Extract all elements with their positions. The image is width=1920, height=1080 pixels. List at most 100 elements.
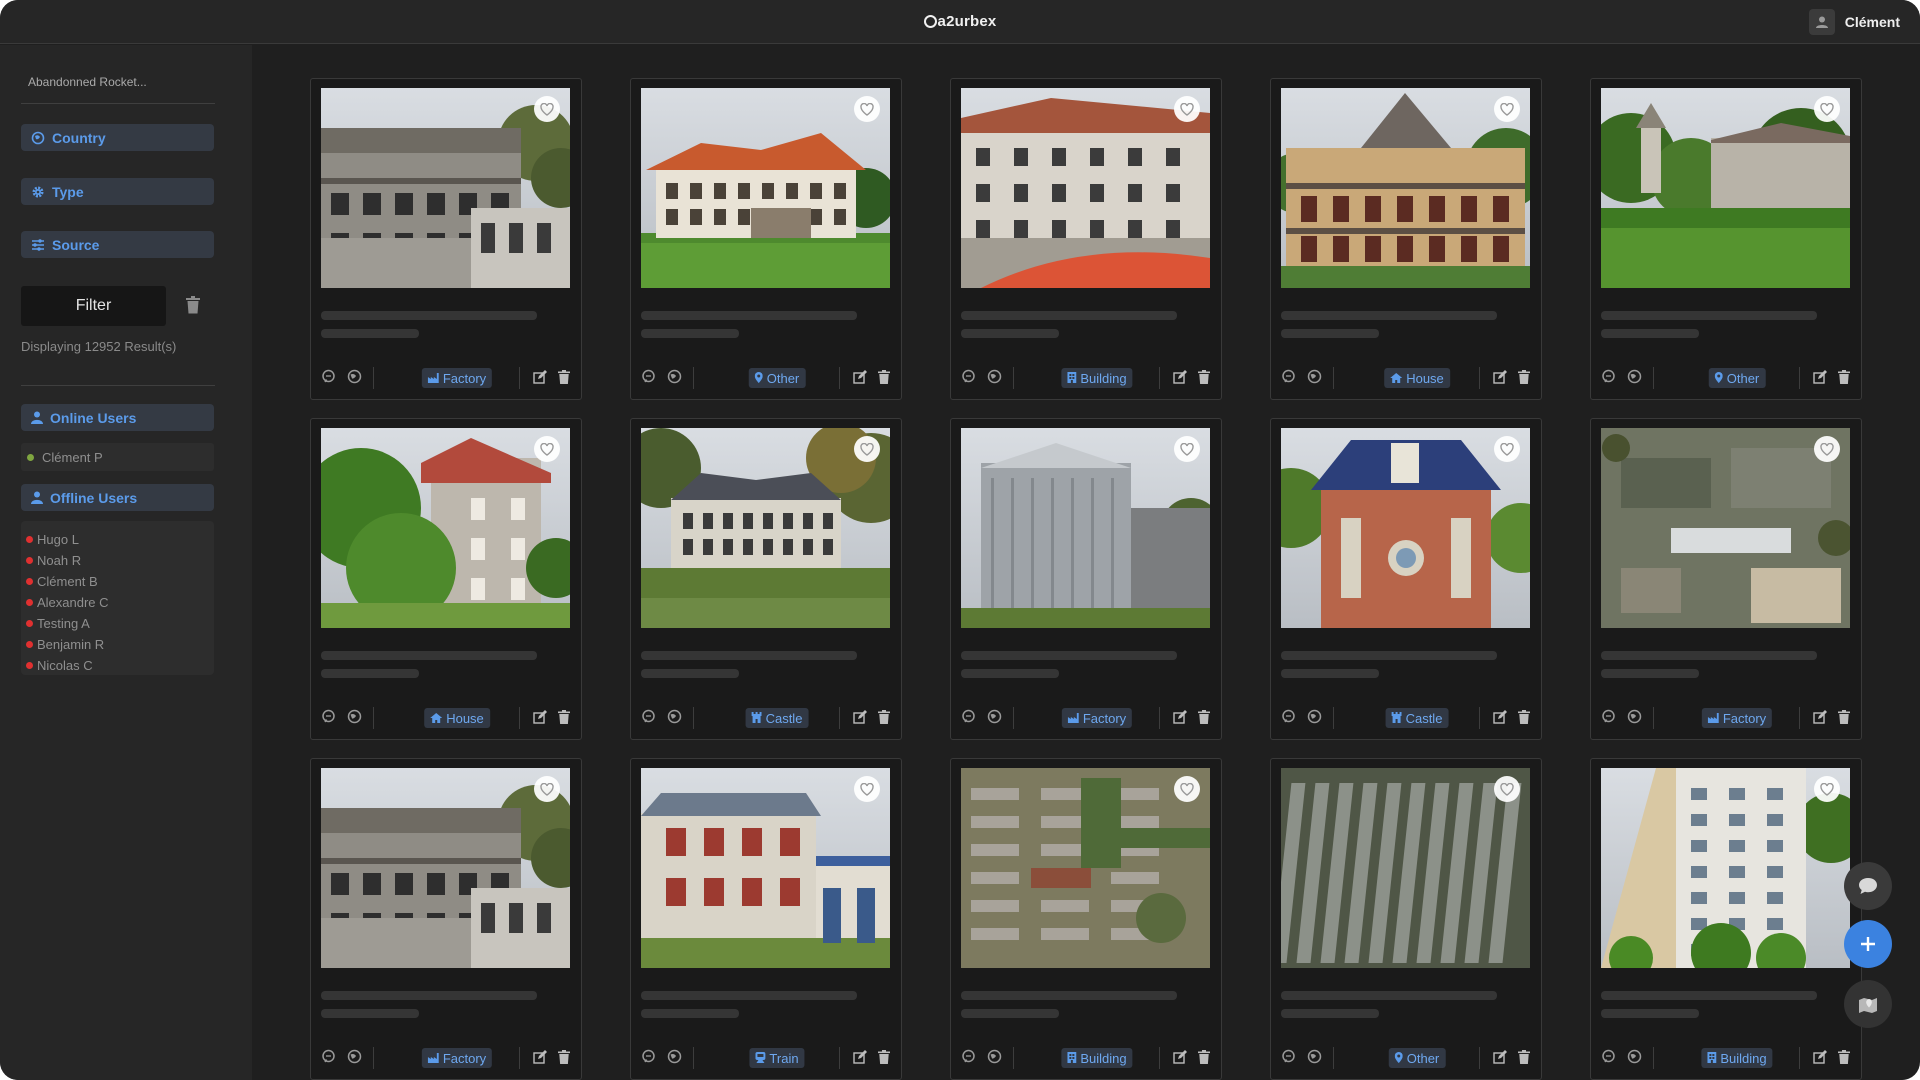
location-photo[interactable] <box>321 768 570 968</box>
comment-icon[interactable] <box>1601 1049 1616 1069</box>
edit-icon[interactable] <box>1813 710 1827 729</box>
comment-icon[interactable] <box>641 369 656 389</box>
type-badge[interactable]: House <box>424 708 490 728</box>
globe-icon[interactable] <box>987 709 1002 729</box>
edit-icon[interactable] <box>1493 1050 1507 1069</box>
location-photo[interactable] <box>321 428 570 628</box>
location-card[interactable]: Castle <box>1270 418 1542 740</box>
search-input[interactable]: Abandonned Rocket... <box>28 75 147 89</box>
location-card[interactable]: Other <box>630 78 902 400</box>
globe-icon[interactable] <box>1627 369 1642 389</box>
location-photo[interactable] <box>321 88 570 288</box>
heart-icon[interactable] <box>534 436 560 462</box>
type-badge[interactable]: Factory <box>1701 708 1773 728</box>
app-logo[interactable]: a2urbex <box>0 13 1920 30</box>
comment-icon[interactable] <box>1281 709 1296 729</box>
location-card[interactable]: Factory <box>950 418 1222 740</box>
globe-icon[interactable] <box>667 369 682 389</box>
heart-icon[interactable] <box>534 96 560 122</box>
comment-icon[interactable] <box>961 709 976 729</box>
comment-icon[interactable] <box>641 1049 656 1069</box>
edit-icon[interactable] <box>533 370 547 389</box>
location-photo[interactable] <box>1601 88 1850 288</box>
globe-icon[interactable] <box>1627 1049 1642 1069</box>
location-card[interactable]: Castle <box>630 418 902 740</box>
trash-icon[interactable] <box>878 1050 890 1069</box>
type-badge[interactable]: Factory <box>421 368 493 388</box>
location-photo[interactable] <box>1281 768 1530 968</box>
type-badge[interactable]: Factory <box>421 1048 493 1068</box>
heart-icon[interactable] <box>1494 776 1520 802</box>
heart-icon[interactable] <box>854 436 880 462</box>
type-filter-button[interactable]: Type <box>21 178 214 205</box>
trash-icon[interactable] <box>1518 370 1530 389</box>
chat-button[interactable] <box>1844 862 1892 910</box>
trash-icon[interactable] <box>1198 370 1210 389</box>
online-user-item[interactable]: Clément P <box>21 443 214 471</box>
globe-icon[interactable] <box>667 1049 682 1069</box>
location-card[interactable]: House <box>1270 78 1542 400</box>
edit-icon[interactable] <box>1493 710 1507 729</box>
location-photo[interactable] <box>961 428 1210 628</box>
user-menu[interactable]: Clément <box>1808 8 1900 36</box>
trash-icon[interactable] <box>1518 1050 1530 1069</box>
heart-icon[interactable] <box>1174 776 1200 802</box>
location-photo[interactable] <box>1281 428 1530 628</box>
globe-icon[interactable] <box>347 1049 362 1069</box>
location-card[interactable]: Other <box>1270 758 1542 1080</box>
location-photo[interactable] <box>1281 88 1530 288</box>
heart-icon[interactable] <box>1814 96 1840 122</box>
edit-icon[interactable] <box>853 1050 867 1069</box>
trash-icon[interactable] <box>878 370 890 389</box>
offline-user-item[interactable]: Clément B <box>26 571 214 592</box>
trash-icon[interactable] <box>878 710 890 729</box>
globe-icon[interactable] <box>347 369 362 389</box>
filter-button[interactable]: Filter <box>21 286 166 326</box>
heart-icon[interactable] <box>854 96 880 122</box>
trash-icon[interactable] <box>1198 1050 1210 1069</box>
location-card[interactable]: Building <box>1590 758 1862 1080</box>
location-photo[interactable] <box>1601 428 1850 628</box>
comment-icon[interactable] <box>1281 369 1296 389</box>
location-card[interactable]: Building <box>950 78 1222 400</box>
edit-icon[interactable] <box>533 1050 547 1069</box>
offline-user-item[interactable]: Testing A <box>26 613 214 634</box>
country-filter-button[interactable]: Country <box>21 124 214 151</box>
location-card[interactable]: Factory <box>310 758 582 1080</box>
comment-icon[interactable] <box>641 709 656 729</box>
edit-icon[interactable] <box>1493 370 1507 389</box>
heart-icon[interactable] <box>1494 436 1520 462</box>
online-users-header[interactable]: Online Users <box>21 404 214 431</box>
globe-icon[interactable] <box>1307 1049 1322 1069</box>
heart-icon[interactable] <box>1494 96 1520 122</box>
heart-icon[interactable] <box>1814 776 1840 802</box>
type-badge[interactable]: Building <box>1061 1048 1133 1068</box>
edit-icon[interactable] <box>533 710 547 729</box>
location-photo[interactable] <box>961 768 1210 968</box>
trash-icon[interactable] <box>1518 710 1530 729</box>
trash-icon[interactable] <box>1198 710 1210 729</box>
globe-icon[interactable] <box>1627 709 1642 729</box>
location-card[interactable]: Factory <box>310 78 582 400</box>
globe-icon[interactable] <box>1307 369 1322 389</box>
trash-icon[interactable] <box>558 1050 570 1069</box>
map-button[interactable] <box>1844 980 1892 1028</box>
type-badge[interactable]: Other <box>748 368 806 388</box>
comment-icon[interactable] <box>321 369 336 389</box>
location-photo[interactable] <box>641 428 890 628</box>
edit-icon[interactable] <box>1173 370 1187 389</box>
location-photo[interactable] <box>961 88 1210 288</box>
globe-icon[interactable] <box>987 1049 1002 1069</box>
type-badge[interactable]: Other <box>1388 1048 1446 1068</box>
comment-icon[interactable] <box>961 369 976 389</box>
heart-icon[interactable] <box>1174 436 1200 462</box>
comment-icon[interactable] <box>1601 709 1616 729</box>
clear-filter-trash-icon[interactable] <box>185 296 201 319</box>
comment-icon[interactable] <box>321 1049 336 1069</box>
location-card[interactable]: Building <box>950 758 1222 1080</box>
globe-icon[interactable] <box>347 709 362 729</box>
trash-icon[interactable] <box>558 370 570 389</box>
offline-user-item[interactable]: Benjamin R <box>26 634 214 655</box>
edit-icon[interactable] <box>1173 1050 1187 1069</box>
heart-icon[interactable] <box>1174 96 1200 122</box>
